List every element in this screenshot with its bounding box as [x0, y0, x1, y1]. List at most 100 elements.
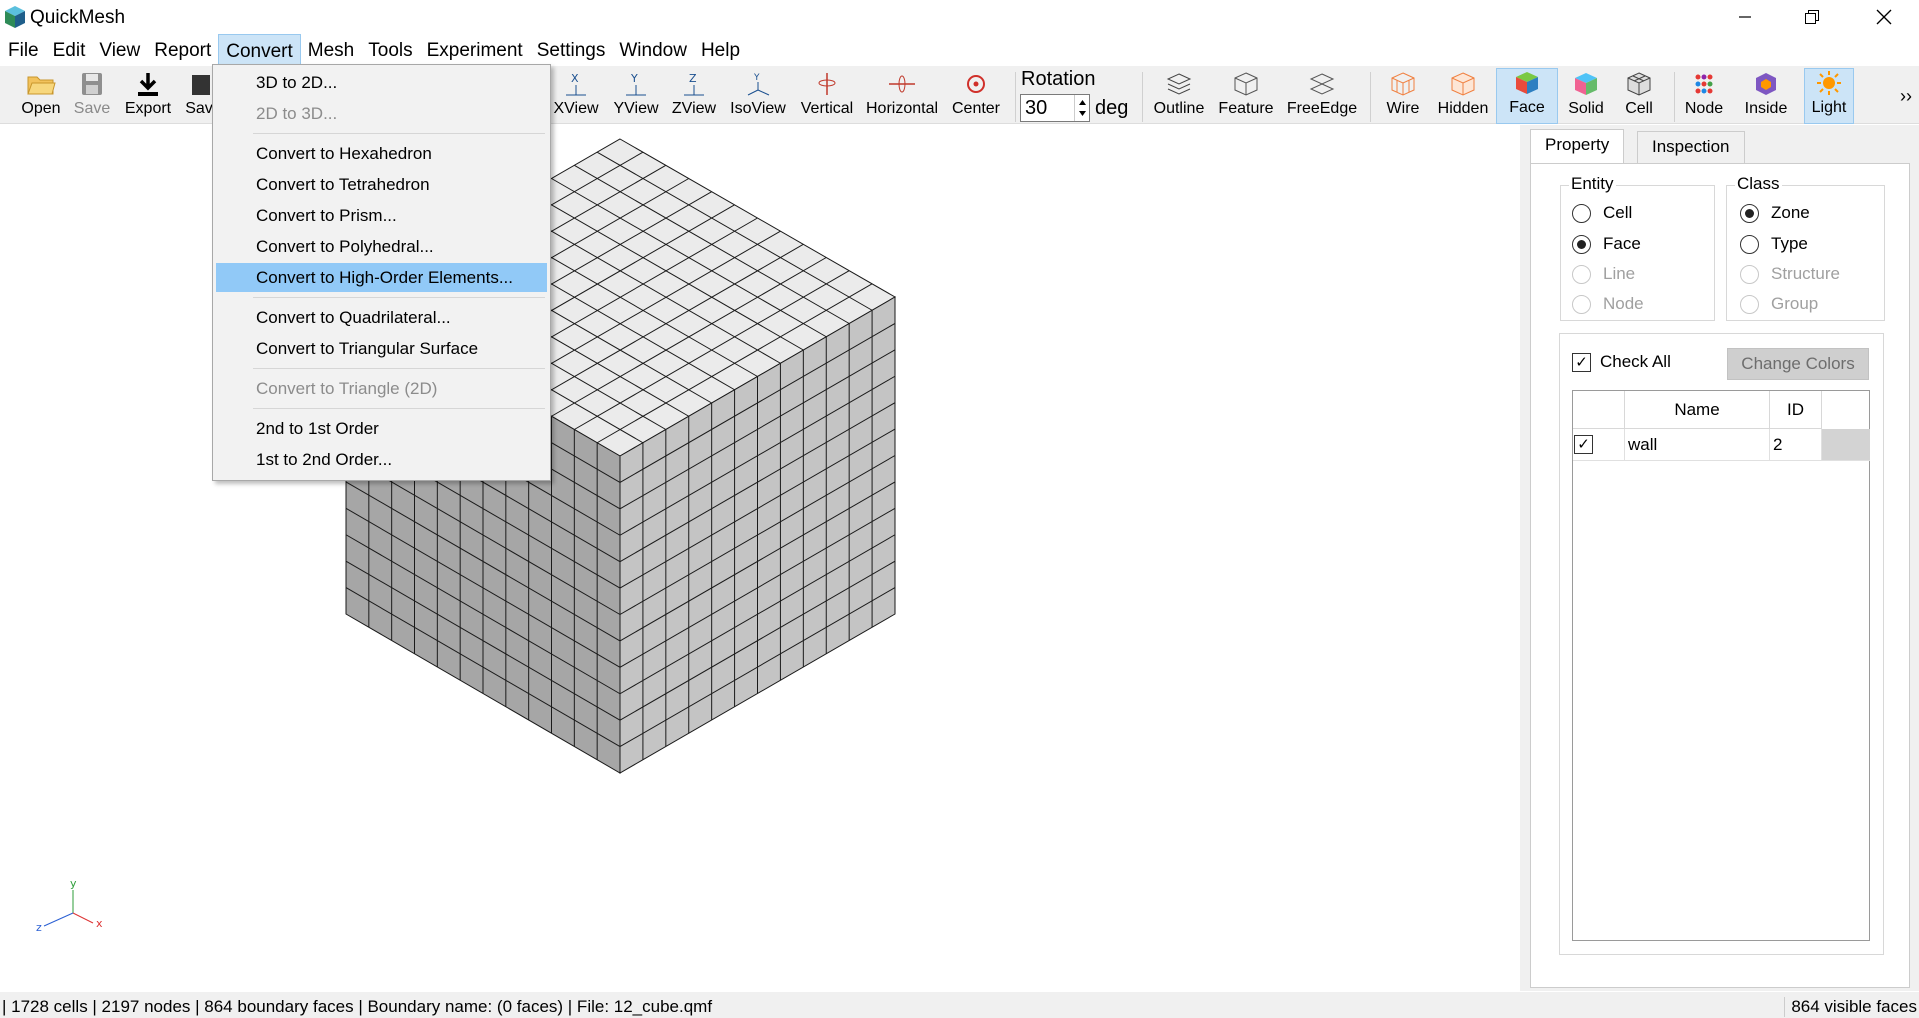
download-icon: [138, 73, 158, 96]
x-view-axis-icon: X: [566, 72, 586, 96]
menu-item-1st-to-2nd-order[interactable]: 1st to 2nd Order...: [216, 445, 547, 474]
convert-menu-dropdown: 3D to 2D... 2D to 3D... Convert to Hexah…: [212, 64, 551, 481]
change-colors-button[interactable]: Change Colors: [1727, 348, 1869, 380]
radio-class-zone[interactable]: Zone: [1740, 203, 1810, 223]
free-edge-icon: [1309, 73, 1335, 95]
rotate-horizontal-icon: [889, 75, 915, 93]
y-view-axis-icon: Y: [626, 72, 646, 96]
wire-button[interactable]: Wire: [1378, 70, 1428, 124]
checkbox-checked-icon: ✓: [1572, 352, 1591, 372]
restore-icon: [1804, 10, 1819, 24]
axis-triad: y x z: [36, 877, 103, 934]
menu-item-2d-to-3d[interactable]: 2D to 3D...: [216, 99, 547, 128]
menu-view[interactable]: View: [92, 34, 147, 66]
hidden-cube-icon: [1451, 72, 1475, 96]
menu-report[interactable]: Report: [147, 34, 218, 66]
radio-circle: [1572, 234, 1591, 254]
restore-button[interactable]: [1783, 0, 1840, 34]
radio-entity-face[interactable]: Face: [1572, 234, 1641, 254]
menu-item-convert-tetrahedron[interactable]: Convert to Tetrahedron: [216, 170, 547, 199]
center-button[interactable]: Center: [948, 70, 1004, 124]
radio-entity-line[interactable]: Line: [1572, 264, 1635, 284]
cell-button[interactable]: Cell: [1614, 70, 1664, 124]
table-row-checkbox[interactable]: ✓: [1573, 429, 1625, 461]
tab-property[interactable]: Property: [1530, 129, 1625, 164]
freeedge-button[interactable]: FreeEdge: [1284, 70, 1360, 124]
menu-separator: [253, 133, 545, 134]
face-button[interactable]: Face: [1496, 68, 1558, 124]
menu-mesh[interactable]: Mesh: [301, 34, 361, 66]
table-cell-color-swatch[interactable]: [1822, 429, 1870, 461]
radio-class-structure[interactable]: Structure: [1740, 264, 1840, 284]
rotation-spinner[interactable]: [1074, 95, 1089, 121]
check-all-checkbox[interactable]: ✓ Check All: [1572, 352, 1671, 372]
radio-class-type[interactable]: Type: [1740, 234, 1808, 254]
menu-window[interactable]: Window: [612, 34, 694, 66]
save-as-icon: [192, 75, 210, 95]
hidden-button[interactable]: Hidden: [1434, 70, 1492, 124]
menu-separator: [253, 297, 545, 298]
isoview-button[interactable]: Y IsoView: [728, 70, 788, 124]
radio-circle: [1740, 294, 1759, 314]
radio-entity-cell[interactable]: Cell: [1572, 203, 1632, 223]
z-view-axis-icon: Z: [684, 72, 704, 96]
menu-item-convert-quadrilateral[interactable]: Convert to Quadrilateral...: [216, 303, 547, 332]
menu-convert[interactable]: Convert: [218, 34, 301, 66]
yview-button[interactable]: Y YView: [611, 70, 661, 124]
feature-button[interactable]: Feature: [1214, 70, 1278, 124]
menu-experiment[interactable]: Experiment: [420, 34, 530, 66]
zview-button[interactable]: Z ZView: [669, 70, 719, 124]
menu-file[interactable]: File: [1, 34, 46, 66]
vertical-rotate-button[interactable]: Vertical: [798, 70, 856, 124]
menu-settings[interactable]: Settings: [530, 34, 613, 66]
table-cell-name[interactable]: wall: [1625, 429, 1770, 461]
close-icon: [1876, 9, 1891, 25]
rotation-label: Rotation: [1021, 68, 1096, 90]
radio-class-group[interactable]: Group: [1740, 294, 1818, 314]
svg-text:X: X: [571, 72, 579, 85]
export-button[interactable]: Export: [120, 70, 176, 124]
radio-entity-node[interactable]: Node: [1572, 294, 1644, 314]
solid-button[interactable]: Solid: [1562, 70, 1610, 124]
inside-button[interactable]: Inside: [1740, 70, 1792, 124]
close-button[interactable]: [1855, 0, 1912, 34]
face-cube-icon: [1516, 72, 1538, 94]
menu-item-3d-to-2d[interactable]: 3D to 2D...: [216, 68, 547, 97]
outline-button[interactable]: Outline: [1150, 70, 1208, 124]
menu-item-convert-prism[interactable]: Convert to Prism...: [216, 201, 547, 230]
menu-help[interactable]: Help: [694, 34, 747, 66]
menu-tools[interactable]: Tools: [361, 34, 419, 66]
cell-cube-icon: [1627, 72, 1651, 96]
save-as-button[interactable]: Sav: [182, 70, 216, 124]
menu-item-convert-triangle-2d[interactable]: Convert to Triangle (2D): [216, 374, 547, 403]
save-icon: [82, 73, 102, 95]
table-header-id: ID: [1770, 391, 1822, 429]
light-sun-icon: [1817, 71, 1841, 95]
menu-item-convert-high-order[interactable]: Convert to High-Order Elements...: [216, 263, 547, 292]
xview-button[interactable]: X XView: [551, 70, 601, 124]
svg-text:Y: Y: [753, 73, 760, 83]
folder-open-icon: [27, 76, 56, 95]
table-cell-id[interactable]: 2: [1770, 429, 1822, 461]
menu-item-convert-polyhedral[interactable]: Convert to Polyhedral...: [216, 232, 547, 261]
svg-text:Z: Z: [689, 72, 697, 85]
app-logo-icon: [5, 6, 25, 28]
iso-view-axis-icon: Y: [747, 73, 770, 96]
axis-x-label: x: [96, 917, 103, 930]
tab-inspection[interactable]: Inspection: [1637, 131, 1745, 163]
horizontal-rotate-button[interactable]: Horizontal: [864, 70, 940, 124]
status-bar: | 1728 cells | 2197 nodes | 864 boundary…: [0, 992, 1919, 1018]
node-button[interactable]: Node: [1680, 70, 1728, 124]
open-button[interactable]: Open: [16, 70, 66, 124]
toolbar-overflow-button[interactable]: ››: [1900, 86, 1912, 107]
menu-item-2nd-to-1st-order[interactable]: 2nd to 1st Order: [216, 414, 547, 443]
menu-item-convert-hexahedron[interactable]: Convert to Hexahedron: [216, 139, 547, 168]
menu-item-convert-triangular-surface[interactable]: Convert to Triangular Surface: [216, 334, 547, 363]
save-button[interactable]: Save: [70, 70, 114, 124]
solid-cube-icon: [1575, 73, 1597, 95]
status-visible-faces: 864 visible faces: [1784, 997, 1917, 1017]
menu-edit[interactable]: Edit: [46, 34, 93, 66]
minimize-button[interactable]: [1716, 0, 1773, 34]
minimize-icon: [1738, 16, 1751, 18]
light-button[interactable]: Light: [1804, 68, 1854, 124]
